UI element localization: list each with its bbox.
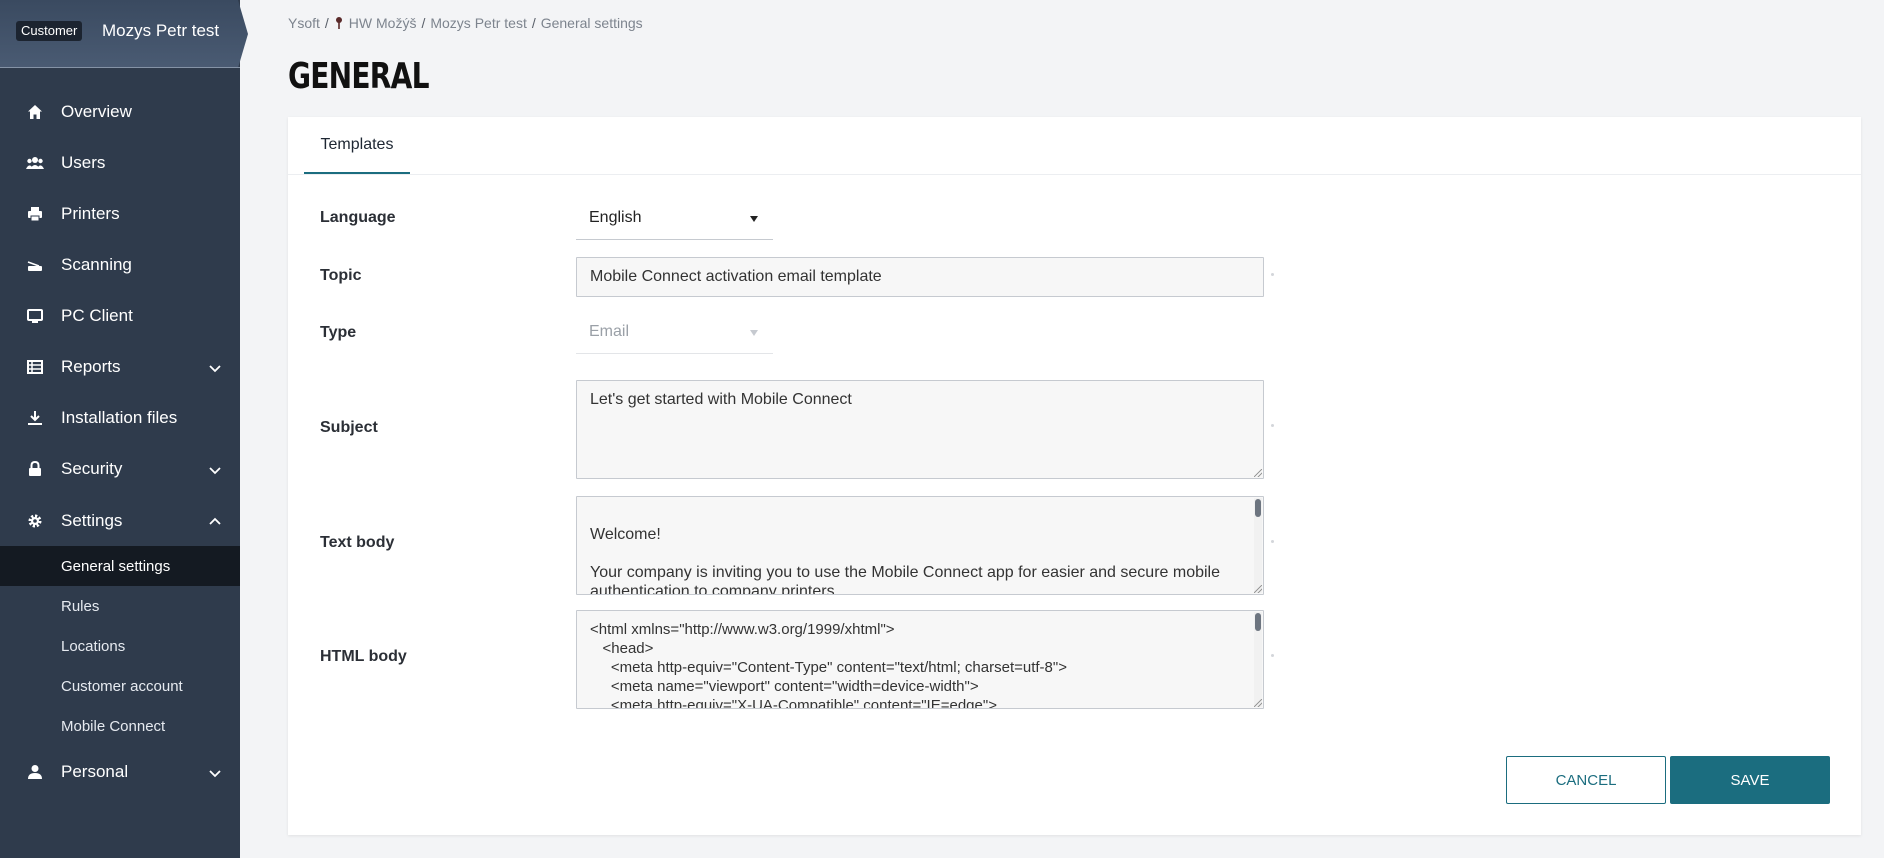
breadcrumb-item[interactable]: HW Možýš — [349, 15, 417, 31]
language-label: Language — [320, 209, 396, 226]
subject-value: Let's get started with Mobile Connect — [590, 391, 852, 408]
sidebar-item-label: Security — [61, 459, 123, 478]
chevron-down-icon — [208, 462, 222, 476]
breadcrumb-separator: / — [421, 15, 426, 31]
page-title: GENERAL — [288, 56, 429, 97]
sidebar-subitem-label: Locations — [61, 637, 126, 655]
sidebar-item-label: Installation files — [61, 408, 178, 427]
sidebar-item-printers[interactable]: Printers — [0, 192, 240, 236]
sidebar-item-label: PC Client — [61, 306, 133, 325]
sidebar-subitem-locations[interactable]: Locations — [0, 626, 240, 666]
settings-card: Templates Language English Topic Mobile … — [288, 117, 1861, 835]
text-body-textarea[interactable]: Welcome! Your company is inviting you to… — [576, 496, 1264, 595]
chevron-up-icon — [208, 514, 222, 528]
location-pin-icon — [334, 16, 344, 30]
breadcrumb-item[interactable]: Ysoft — [288, 15, 320, 31]
sidebar-subitem-rules[interactable]: Rules — [0, 586, 240, 626]
person-icon — [26, 763, 44, 781]
breadcrumb-item: General settings — [540, 15, 643, 31]
sidebar-item-label: Overview — [61, 102, 132, 121]
type-select: Email — [576, 310, 773, 354]
html-body-textarea[interactable]: <html xmlns="http://www.w3.org/1999/xhtm… — [576, 610, 1264, 709]
tab-bar: Templates — [288, 117, 1861, 175]
resize-handle[interactable] — [1254, 469, 1262, 477]
breadcrumb-item[interactable]: Mozys Petr test — [430, 15, 526, 31]
topic-input[interactable]: Mobile Connect activation email template — [576, 257, 1264, 297]
scrollbar-thumb[interactable] — [1255, 499, 1261, 517]
text-body-value: Welcome! Your company is inviting you to… — [590, 526, 1220, 595]
sidebar-item-label: Users — [61, 153, 106, 172]
caret-down-icon — [750, 330, 758, 336]
sidebar-item-label: Printers — [61, 204, 120, 223]
subject-textarea[interactable]: Let's get started with Mobile Connect — [576, 380, 1264, 479]
sidebar-item-users[interactable]: Users — [0, 141, 240, 185]
language-select[interactable]: English — [576, 196, 773, 240]
breadcrumb-separator: / — [531, 15, 536, 31]
sidebar-subitem-general-settings[interactable]: General settings — [0, 546, 240, 586]
divider — [0, 67, 240, 68]
cancel-button[interactable]: CANCEL — [1506, 756, 1666, 804]
sidebar-item-reports[interactable]: Reports — [0, 345, 240, 389]
subject-label: Subject — [320, 419, 378, 436]
chevron-down-icon — [208, 360, 222, 374]
tab-templates[interactable]: Templates — [304, 117, 410, 174]
download-icon — [26, 409, 44, 427]
sidebar: Customer Mozys Petr test Overview Users … — [0, 0, 248, 858]
required-dot — [1271, 273, 1274, 276]
sidebar-item-scanning[interactable]: Scanning — [0, 243, 240, 287]
home-icon — [26, 103, 44, 121]
sidebar-item-label: Personal — [61, 762, 129, 781]
customer-badge: Customer — [16, 21, 83, 41]
printer-icon — [26, 205, 44, 223]
sidebar-item-security[interactable]: Security — [0, 447, 240, 491]
caret-down-icon — [750, 216, 758, 222]
sidebar-subitem-label: Customer account — [61, 677, 183, 695]
breadcrumb: Ysoft / HW Možýš / Mozys Petr test / Gen… — [288, 15, 643, 31]
required-dot — [1271, 540, 1274, 543]
language-value: English — [589, 209, 642, 226]
sidebar-item-label: Settings — [61, 511, 123, 530]
html-body-label: HTML body — [320, 648, 407, 665]
sidebar-item-label: Scanning — [61, 255, 132, 274]
required-dot — [1271, 424, 1274, 427]
sidebar-item-installation-files[interactable]: Installation files — [0, 396, 240, 440]
scrollbar-thumb[interactable] — [1255, 613, 1261, 631]
sidebar-subitem-label: General settings — [61, 557, 171, 575]
sidebar-item-pc-client[interactable]: PC Client — [0, 294, 240, 338]
chevron-down-icon — [208, 765, 222, 779]
lock-icon — [26, 460, 44, 478]
sidebar-subitem-mobile-connect[interactable]: Mobile Connect — [0, 706, 240, 746]
sidebar-subitem-label: Mobile Connect — [61, 717, 166, 735]
scanner-icon — [26, 256, 44, 274]
save-button[interactable]: SAVE — [1670, 756, 1830, 804]
topic-label: Topic — [320, 267, 362, 284]
type-value: Email — [589, 323, 630, 340]
gear-icon — [26, 512, 44, 530]
topic-value: Mobile Connect activation email template — [590, 268, 882, 285]
reports-icon — [26, 358, 44, 376]
scrollbar[interactable] — [1254, 612, 1262, 707]
type-label: Type — [320, 324, 357, 341]
monitor-icon — [26, 307, 44, 325]
text-body-label: Text body — [320, 534, 395, 551]
required-dot — [1271, 654, 1274, 657]
html-body-value: <html xmlns="http://www.w3.org/1999/xhtm… — [590, 621, 1067, 709]
sidebar-item-overview[interactable]: Overview — [0, 90, 240, 134]
sidebar-item-personal[interactable]: Personal — [0, 750, 240, 794]
customer-name: Mozys Petr test — [102, 21, 220, 40]
resize-handle[interactable] — [1254, 585, 1262, 593]
users-icon — [26, 154, 44, 172]
scrollbar[interactable] — [1254, 498, 1262, 593]
sidebar-subitem-customer-account[interactable]: Customer account — [0, 666, 240, 706]
sidebar-item-label: Reports — [61, 357, 121, 376]
breadcrumb-separator: / — [324, 15, 329, 31]
sidebar-subitem-label: Rules — [61, 597, 100, 615]
sidebar-item-settings[interactable]: Settings — [0, 499, 240, 543]
resize-handle[interactable] — [1254, 699, 1262, 707]
